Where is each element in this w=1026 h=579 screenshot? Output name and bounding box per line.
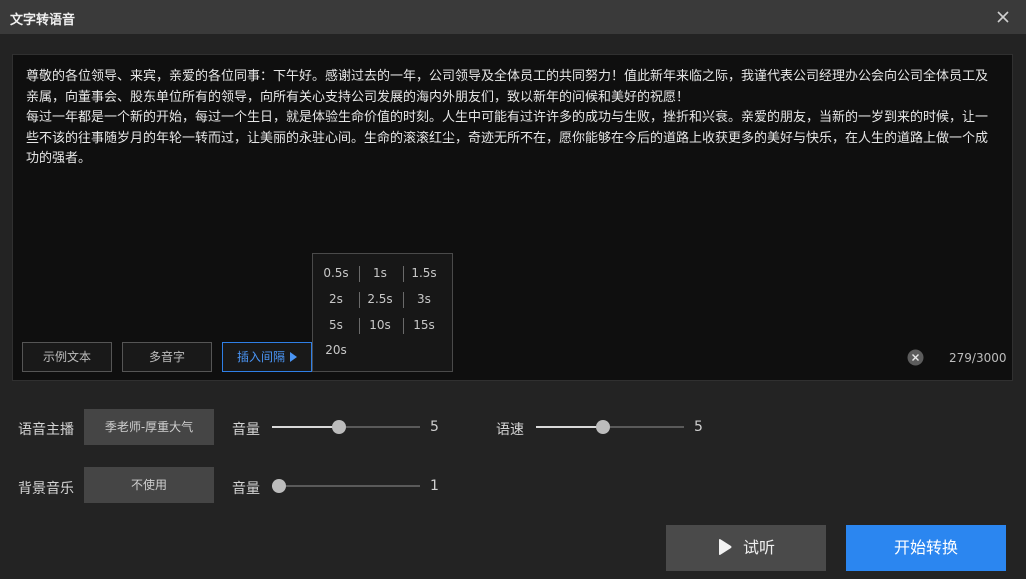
voice-select[interactable]: 季老师-厚重大气 [84,409,214,445]
start-convert-button[interactable]: 开始转换 [846,525,1006,571]
listen-button[interactable]: 试听 [666,525,826,571]
speed-slider[interactable] [536,420,684,434]
speed-label: 语速 [496,422,524,438]
voice-label: 语音主播 [18,422,74,438]
clear-text-button[interactable] [907,349,924,366]
play-icon [290,352,297,362]
character-counter: 279/3000 [949,351,1007,365]
sample-text-button[interactable]: 示例文本 [22,342,112,372]
slider-thumb[interactable] [331,420,346,434]
clear-icon[interactable] [907,349,924,366]
pause-option[interactable]: 20s [314,343,358,357]
pause-option[interactable]: 1s [358,266,402,280]
slider-thumb[interactable] [595,420,610,434]
voice-volume-label: 音量 [232,422,260,438]
editor-text[interactable]: 尊敬的各位领导、来宾，亲爱的各位同事：下午好。感谢过去的一年，公司领导及全体员工… [26,67,998,170]
bgm-volume-slider[interactable] [272,479,420,493]
polyphone-button[interactable]: 多音字 [122,342,212,372]
play-icon [718,539,732,555]
pause-option[interactable]: 0.5s [314,266,358,280]
pause-option[interactable]: 3s [402,292,446,306]
slider-thumb[interactable] [272,479,286,493]
bgm-volume-label: 音量 [232,481,260,497]
insert-pause-label: 插入间隔 [236,350,285,364]
close-icon[interactable] [994,8,1012,26]
voice-volume-value: 5 [430,419,439,435]
pause-duration-menu: 0.5s 1s 1.5s 2s 2.5s 3s 5s 10s 15s 20s [312,253,453,372]
slider-fill [272,426,339,428]
voice-volume-slider[interactable] [272,420,420,434]
window-title: 文字转语音 [10,13,76,28]
pause-option[interactable]: 5s [314,318,358,332]
text-editor[interactable]: 尊敬的各位领导、来宾，亲爱的各位同事：下午好。感谢过去的一年，公司领导及全体员工… [12,54,1013,381]
speed-value: 5 [694,419,703,435]
insert-pause-button[interactable]: 插入间隔 [222,342,312,372]
listen-label: 试听 [742,538,775,557]
bgm-select[interactable]: 不使用 [84,467,214,503]
slider-track [272,485,420,487]
bgm-volume-value: 1 [430,478,439,494]
slider-fill [536,426,603,428]
pause-option[interactable]: 2s [314,292,358,306]
pause-option[interactable]: 10s [358,318,402,332]
bgm-label: 背景音乐 [18,481,74,497]
pause-option[interactable]: 1.5s [402,266,446,280]
pause-option[interactable]: 15s [402,318,446,332]
close-button[interactable] [994,8,1012,26]
pause-option[interactable]: 2.5s [358,292,402,306]
title-bar: 文字转语音 [0,0,1026,34]
